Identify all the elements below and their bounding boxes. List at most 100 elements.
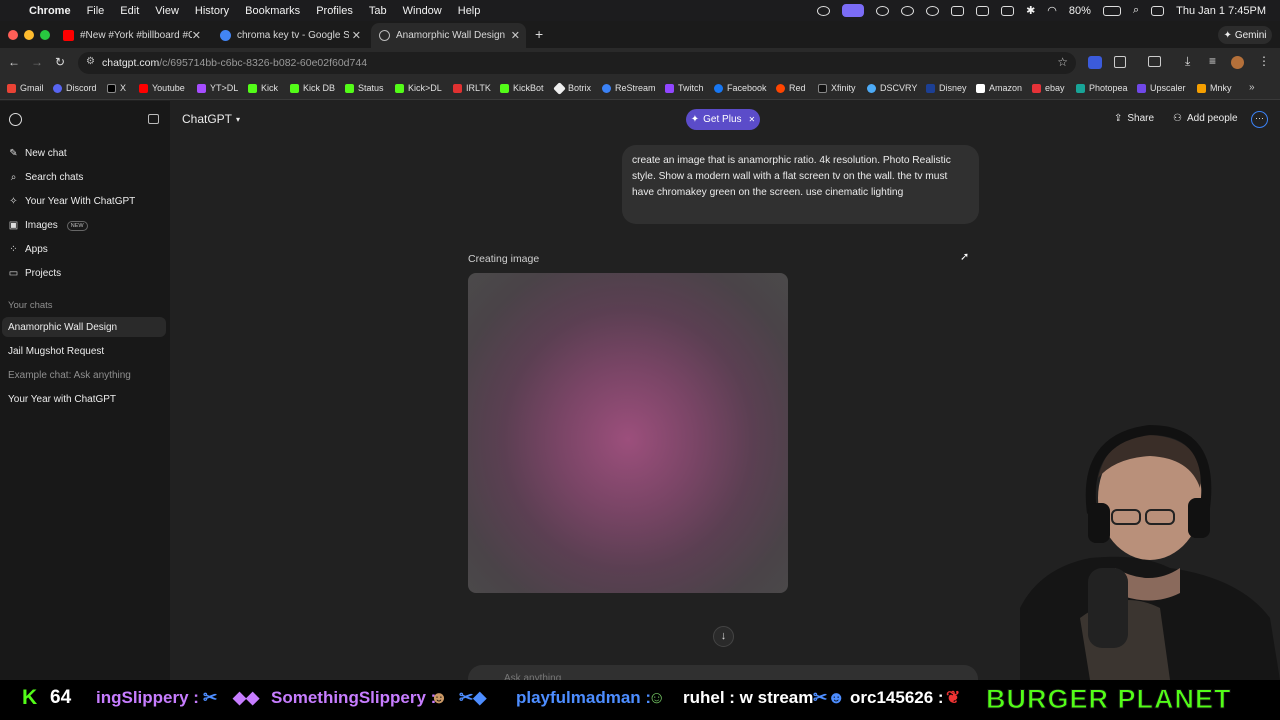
bookmark-restream[interactable]: ReStream [602, 83, 656, 93]
status-icon[interactable] [901, 5, 915, 16]
tab-close-icon[interactable]: ✕ [192, 29, 201, 42]
display-icon[interactable] [1001, 5, 1015, 16]
bookmark-mnky[interactable]: Mnky [1197, 83, 1232, 93]
tab-chatgpt[interactable]: Anamorphic Wall Design ✕ [371, 23, 526, 48]
tab-search-icon[interactable]: ≡ [1209, 54, 1216, 68]
menu-history[interactable]: History [195, 5, 229, 17]
bookmark-kick-db[interactable]: Kick DB [290, 83, 335, 93]
menu-edit[interactable]: Edit [120, 5, 139, 17]
site-info-icon[interactable]: ⚙ [86, 56, 95, 67]
bookmark-facebook[interactable]: Facebook [714, 83, 767, 93]
status-icon[interactable] [876, 5, 890, 16]
play-icon[interactable] [926, 5, 940, 16]
cast-icon[interactable] [1148, 56, 1161, 67]
bookmark-gmail[interactable]: Gmail [7, 83, 44, 93]
window-zoom-icon[interactable] [40, 30, 50, 40]
new-tab-icon[interactable]: + [535, 26, 543, 42]
bookmark-upscaler[interactable]: Upscaler [1137, 83, 1186, 93]
control-center-icon[interactable] [1151, 5, 1165, 16]
spotlight-icon[interactable]: ⌕ [1133, 4, 1139, 17]
youtube-icon [139, 83, 148, 93]
forward-icon[interactable]: → [31, 55, 43, 69]
add-people-button[interactable]: ⚇ Add people [1173, 113, 1238, 124]
get-plus-button[interactable]: ✦ Get Plus ✕ [686, 109, 760, 130]
battery-icon[interactable] [1102, 5, 1121, 16]
sidebar-item-search-chats[interactable]: ⌕ Search chats [8, 172, 84, 183]
sidebar-item-your-year[interactable]: ✧ Your Year With ChatGPT [8, 196, 135, 207]
sidebar-item-label: New chat [25, 148, 67, 159]
openai-logo-icon[interactable] [9, 113, 22, 126]
tab-google-search[interactable]: chroma key tv - Google Searc ✕ [212, 23, 367, 48]
sidebar-item-images[interactable]: ▣ Images NEW [8, 220, 88, 231]
bookmark-kickdl[interactable]: Kick>DL [395, 83, 442, 93]
bookmark-x[interactable]: X [107, 83, 126, 93]
bookmark-star-icon[interactable]: ☆ [1057, 55, 1068, 69]
bluetooth-icon[interactable]: ✱ [1026, 4, 1035, 17]
sidebar-item-projects[interactable]: ▭ Projects [8, 268, 61, 279]
bookmark-ebay[interactable]: ebay [1032, 83, 1065, 93]
bookmark-ytdl[interactable]: YT>DL [197, 83, 238, 93]
status-icon[interactable] [976, 5, 990, 16]
bookmark-photopea[interactable]: Photopea [1076, 83, 1128, 93]
menu-bookmarks[interactable]: Bookmarks [245, 5, 300, 17]
menu-tab[interactable]: Tab [369, 5, 387, 17]
bookmark-xfinity[interactable]: Xfinity [818, 83, 856, 93]
volume-icon[interactable] [951, 5, 965, 16]
battery-percent[interactable]: 80% [1069, 5, 1091, 17]
bookmark-kick[interactable]: Kick [248, 83, 278, 93]
wifi-icon[interactable]: ◠ [1047, 4, 1057, 17]
bookmark-botrix[interactable]: Botrix [553, 81, 591, 95]
bookmark-irltk[interactable]: IRLTK [453, 83, 491, 93]
gemini-button[interactable]: ✦ Gemini [1218, 26, 1272, 44]
chat-item-example[interactable]: Example chat: Ask anything [8, 370, 131, 381]
tab-close-icon[interactable]: ✕ [511, 29, 520, 42]
more-options-icon[interactable]: ⋯ [1251, 111, 1268, 128]
menu-view[interactable]: View [155, 5, 179, 17]
sidebar-item-new-chat[interactable]: ✎ New chat [8, 148, 67, 159]
bookmarks-overflow-icon[interactable]: » [1249, 82, 1255, 93]
reload-icon[interactable]: ↻ [55, 55, 65, 69]
bookmark-status[interactable]: Status [345, 83, 384, 93]
bookmark-label: Xfinity [831, 83, 856, 93]
sidebar-item-apps[interactable]: ⁘ Apps [8, 244, 48, 255]
chat-item-your-year[interactable]: Your Year with ChatGPT [8, 394, 116, 405]
menu-file[interactable]: File [87, 5, 105, 17]
bookmark-twitch[interactable]: Twitch [665, 83, 704, 93]
scroll-down-icon[interactable]: ↓ [713, 626, 734, 647]
address-bar[interactable]: ⚙ chatgpt.com/c/695714bb-c6bc-8326-b082-… [78, 52, 1076, 74]
kickbot-icon [500, 83, 509, 93]
mouse-cursor-icon: ➚ [960, 251, 970, 263]
model-name: ChatGPT [182, 112, 233, 126]
chrome-menu-icon[interactable]: ⋮ [1258, 54, 1270, 68]
chat-item-anamorphic[interactable]: Anamorphic Wall Design [8, 322, 117, 333]
sidebar-toggle-icon[interactable] [148, 114, 159, 124]
browser-tab-strip: #New #York #billboard #Gree ✕ chroma key… [0, 21, 1280, 48]
bookmark-youtube[interactable]: Youtube [139, 83, 185, 93]
bookmark-amazon[interactable]: Amazon [976, 83, 1022, 93]
profile-avatar[interactable] [1231, 56, 1244, 69]
window-close-icon[interactable] [8, 30, 18, 40]
bookmark-dscvry[interactable]: DSCVRY [867, 83, 917, 93]
extensions-puzzle-icon[interactable] [1114, 56, 1126, 68]
extension-icon[interactable] [1088, 56, 1102, 69]
status-icon[interactable] [817, 5, 831, 16]
chat-item-jail-mugshot[interactable]: Jail Mugshot Request [8, 346, 104, 357]
menu-window[interactable]: Window [403, 5, 442, 17]
screen-record-icon[interactable] [842, 4, 865, 17]
close-icon[interactable]: ✕ [749, 115, 756, 124]
menu-profiles[interactable]: Profiles [316, 5, 353, 17]
menubar-clock[interactable]: Thu Jan 1 7:45PM [1176, 5, 1266, 17]
model-selector[interactable]: ChatGPT ▾ [182, 112, 240, 126]
back-icon[interactable]: ← [8, 55, 20, 69]
share-button[interactable]: ⇪ Share [1114, 113, 1154, 124]
tab-youtube[interactable]: #New #York #billboard #Gree ✕ [55, 23, 207, 48]
download-icon[interactable]: ⤓ [1185, 54, 1190, 69]
bookmark-red[interactable]: Red [776, 83, 806, 93]
tab-close-icon[interactable]: ✕ [352, 29, 361, 42]
menu-app-name[interactable]: Chrome [29, 5, 71, 17]
bookmark-disney[interactable]: Disney [926, 83, 967, 93]
window-minimize-icon[interactable] [24, 30, 34, 40]
bookmark-discord[interactable]: Discord [53, 83, 97, 93]
bookmark-kickbot[interactable]: KickBot [500, 83, 544, 93]
menu-help[interactable]: Help [458, 5, 481, 17]
